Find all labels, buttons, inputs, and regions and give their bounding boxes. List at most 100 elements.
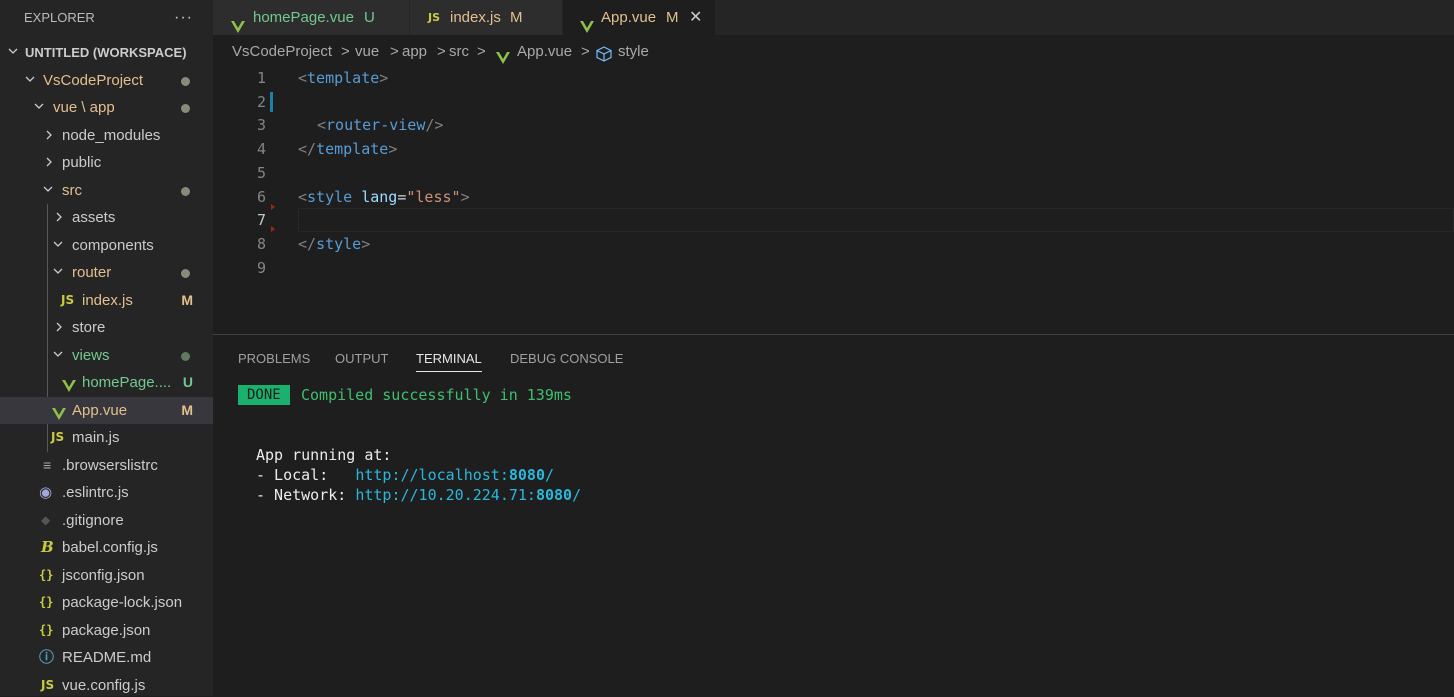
tree-item-readme[interactable]: ⓘ README.md (0, 644, 213, 671)
tree-item-vue-config[interactable]: JS vue.config.js (0, 672, 213, 696)
tree-item-label: views (72, 347, 110, 364)
chevron-down-icon (43, 185, 53, 193)
breadcrumb-item[interactable]: VsCodeProject (232, 38, 332, 66)
tab-debug-console[interactable]: DEBUG CONSOLE (510, 349, 623, 371)
local-url[interactable]: http://localhost:8080/ (355, 466, 554, 484)
tree-item-components[interactable]: components (0, 232, 213, 259)
tree-item-label: jsconfig.json (62, 567, 145, 584)
breadcrumb-item[interactable]: vue (355, 38, 379, 66)
tree-item-label: store (72, 319, 106, 336)
code-line: 3 <router-view/> (213, 113, 1454, 137)
tree-item-app-vue[interactable]: App.vue M (0, 397, 213, 424)
token: < (317, 116, 327, 134)
json-file-icon: {} (39, 568, 54, 582)
git-status-badge: U (182, 374, 193, 390)
code-line: 9 (213, 256, 1454, 280)
line-number: 3 (256, 116, 266, 134)
bottom-panel: PROBLEMS OUTPUT TERMINAL DEBUG CONSOLE D… (213, 334, 1454, 697)
tree-item-router[interactable]: router (0, 259, 213, 286)
tree-item-views[interactable]: views (0, 342, 213, 369)
tab-output[interactable]: OUTPUT (335, 349, 388, 371)
tree-item-public[interactable]: public (0, 149, 213, 176)
explorer-sidebar: EXPLORER ··· UNTITLED (WORKSPACE) VsCode… (0, 0, 213, 696)
tab-terminal[interactable]: TERMINAL (416, 349, 482, 372)
tree-item-label: VsCodeProject (43, 72, 144, 89)
code-line: 2 (213, 90, 1454, 114)
modified-dot-icon (181, 269, 190, 278)
tab-label: homePage.vue (253, 9, 354, 26)
tree-item-workspace[interactable]: UNTITLED (WORKSPACE) (0, 39, 213, 66)
tab-label: index.js (450, 9, 501, 26)
breadcrumb-item[interactable]: App.vue (517, 38, 572, 66)
tree-item-package-lock[interactable]: {} package-lock.json (0, 589, 213, 616)
tree-item-store[interactable]: store (0, 314, 213, 341)
url-port: 8080 (535, 486, 573, 504)
breadcrumb-item[interactable]: style (618, 38, 649, 66)
tab-status: M (510, 9, 523, 26)
token: style (307, 188, 353, 206)
close-icon[interactable]: ✕ (689, 0, 702, 35)
network-url[interactable]: http://10.20.224.71:8080/ (355, 486, 581, 504)
token: > (361, 235, 371, 253)
js-file-icon: JS (51, 430, 65, 444)
js-file-icon: JS (428, 11, 441, 24)
explorer-title: EXPLORER (24, 10, 95, 25)
tab-app-vue[interactable]: App.vue M ✕ (563, 0, 716, 35)
tree-item-gitignore[interactable]: ◆ .gitignore (0, 507, 213, 534)
tree-item-vscodeproject[interactable]: VsCodeProject (0, 67, 213, 94)
tree-item-label: node_modules (62, 127, 161, 144)
tree-item-label: vue \ app (53, 99, 115, 116)
explorer-header: EXPLORER ··· (0, 0, 213, 35)
tree-item-homepage-vue[interactable]: homePage.... U (0, 369, 213, 396)
token: /> (425, 116, 444, 134)
line-number: 2 (256, 93, 266, 111)
tab-index-js[interactable]: JS index.js M (410, 0, 563, 35)
tree-item-vue-app[interactable]: vue \ app (0, 94, 213, 121)
tree-item-node-modules[interactable]: node_modules (0, 122, 213, 149)
tree-item-label: public (62, 154, 102, 171)
tree-item-main-js[interactable]: JS main.js (0, 424, 213, 451)
breadcrumb-separator: > (390, 43, 399, 60)
tree-item-eslintrc[interactable]: ◉ .eslintrc.js (0, 479, 213, 506)
tab-homepage-vue[interactable]: homePage.vue U (213, 0, 410, 35)
code-editor[interactable]: 1 <template> 2 3 <router-view/> 4 </temp… (213, 66, 1454, 334)
tree-item-label: package-lock.json (62, 594, 183, 611)
tree-item-package-json[interactable]: {} package.json (0, 617, 213, 644)
code-line: 5 (213, 161, 1454, 185)
breadcrumb-item[interactable]: app (402, 38, 427, 66)
token: style (316, 235, 362, 253)
tree-item-jsconfig[interactable]: {} jsconfig.json (0, 562, 213, 589)
info-icon: ⓘ (39, 649, 55, 666)
line-number: 7 (256, 211, 266, 229)
tree-item-label: router (72, 264, 112, 281)
breadcrumb-item[interactable]: src (449, 38, 469, 66)
line-number: 1 (256, 69, 266, 87)
tree-item-index-js[interactable]: JS index.js M (0, 287, 213, 314)
breadcrumb-separator: > (437, 43, 446, 60)
tree-item-assets[interactable]: assets (0, 204, 213, 231)
chevron-right-icon (45, 157, 53, 167)
code-line-current: 7 (213, 204, 1454, 232)
breakpoint-marker-icon (271, 204, 275, 210)
tree-item-label: src (62, 182, 82, 199)
tree-item-babel-config[interactable]: B babel.config.js (0, 534, 213, 561)
tree-item-label: assets (72, 209, 116, 226)
breadcrumb-separator: > (477, 43, 486, 60)
chevron-down-icon (53, 350, 63, 358)
terminal-line: - Local: http://localhost:8080/ (256, 465, 554, 485)
url-part: / (545, 466, 555, 484)
eslint-icon: ◉ (39, 484, 53, 501)
terminal-line: - Network: http://10.20.224.71:8080/ (256, 485, 581, 505)
code-line: 4 </template> (213, 137, 1454, 161)
chevron-down-icon (25, 75, 35, 83)
local-label: - Local: (256, 466, 356, 484)
tree-item-browserslistrc[interactable]: ≡ .browserslistrc (0, 452, 213, 479)
network-label: - Network: (256, 486, 356, 504)
url-port: 8080 (508, 466, 545, 484)
chevron-down-icon (53, 267, 63, 275)
tree-item-src[interactable]: src (0, 177, 213, 204)
tree-item-label: package.json (62, 622, 151, 639)
more-actions-icon[interactable]: ··· (174, 0, 193, 35)
done-badge: DONE (238, 385, 290, 405)
tab-problems[interactable]: PROBLEMS (238, 349, 310, 371)
